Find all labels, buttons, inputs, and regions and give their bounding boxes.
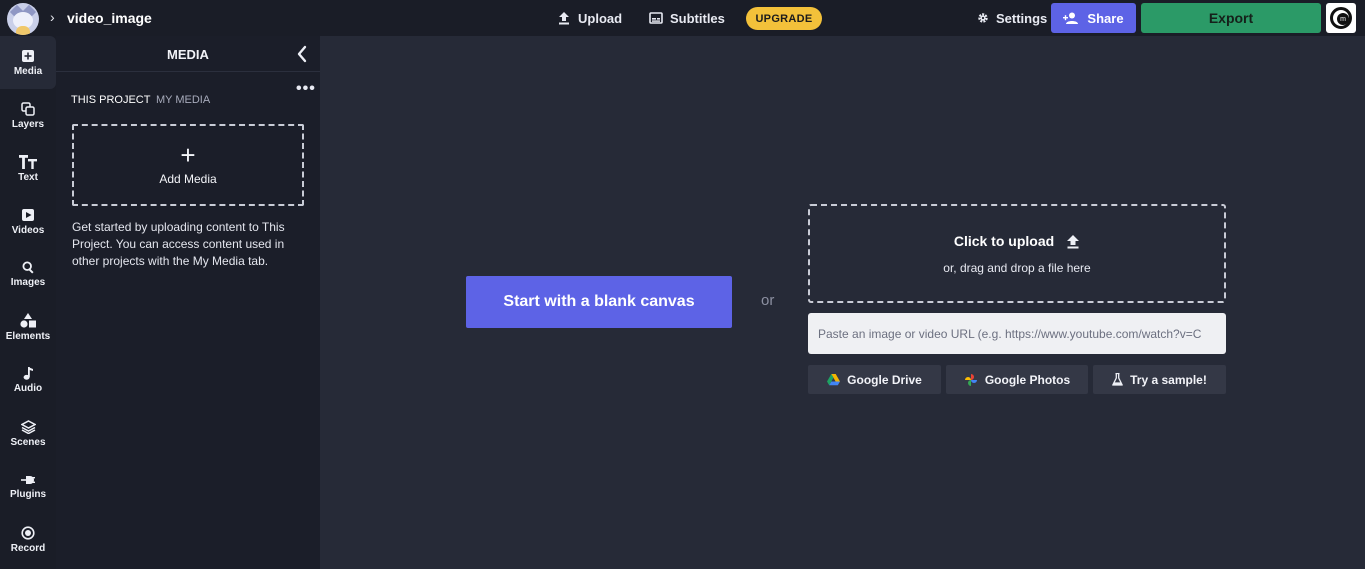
export-button[interactable]: Export bbox=[1141, 3, 1321, 33]
upload-icon bbox=[1067, 234, 1080, 248]
media-panel: MEDIA ••• THIS PROJECT MY MEDIA + Add Me… bbox=[56, 36, 320, 569]
top-bar: › video_image Upload Subtitles UPGRADE S… bbox=[0, 0, 1365, 36]
upload-label: Upload bbox=[578, 10, 623, 26]
add-media-label: Add Media bbox=[159, 172, 217, 186]
upload-subtitle: or, drag and drop a file here bbox=[943, 261, 1091, 275]
plus-icon: + bbox=[180, 140, 196, 170]
google-photos-label: Google Photos bbox=[984, 372, 1071, 387]
url-input[interactable] bbox=[808, 313, 1226, 354]
google-photos-icon bbox=[964, 373, 977, 386]
plug-icon bbox=[21, 475, 35, 484]
sidebar-item-scenes[interactable]: Scenes bbox=[0, 407, 56, 460]
image-search-icon bbox=[21, 261, 34, 274]
video-icon bbox=[22, 208, 34, 221]
record-icon bbox=[21, 525, 35, 540]
sidebar-item-plugins[interactable]: Plugins bbox=[0, 460, 56, 513]
sidebar-item-images[interactable]: Images bbox=[0, 248, 56, 301]
upload-button[interactable]: Upload bbox=[557, 8, 622, 28]
logo-icon[interactable]: m bbox=[1326, 3, 1356, 33]
chevron-right-icon: › bbox=[50, 9, 55, 25]
settings-button[interactable]: Settings bbox=[977, 8, 1047, 28]
sidebar-item-label: Plugins bbox=[9, 488, 47, 500]
more-options-icon[interactable]: ••• bbox=[296, 80, 316, 98]
layers-icon bbox=[21, 101, 35, 116]
music-note-icon bbox=[23, 367, 33, 380]
google-photos-button[interactable]: Google Photos bbox=[946, 365, 1088, 394]
sidebar-item-label: Media bbox=[13, 65, 43, 77]
try-sample-label: Try a sample! bbox=[1130, 372, 1207, 387]
flask-icon bbox=[1112, 373, 1123, 386]
add-person-icon bbox=[1063, 12, 1079, 24]
sidebar-item-label: Videos bbox=[11, 224, 45, 236]
sidebar-item-label: Elements bbox=[5, 331, 51, 342]
text-icon bbox=[19, 154, 37, 169]
avatar[interactable] bbox=[7, 3, 39, 35]
tab-my-media[interactable]: MY MEDIA bbox=[156, 94, 210, 106]
sidebar-item-label: Text bbox=[18, 171, 38, 183]
try-sample-button[interactable]: Try a sample! bbox=[1093, 365, 1226, 394]
upload-icon bbox=[559, 12, 569, 25]
chevron-left-icon[interactable] bbox=[294, 44, 310, 64]
or-separator: or bbox=[761, 292, 775, 309]
upgrade-button[interactable]: UPGRADE bbox=[746, 7, 822, 30]
divider bbox=[56, 71, 320, 72]
media-add-icon bbox=[22, 49, 34, 62]
sidebar-item-record[interactable]: Record bbox=[0, 513, 56, 566]
upload-dropzone[interactable]: Click to upload or, drag and drop a file… bbox=[808, 204, 1226, 303]
upload-title: Click to upload bbox=[953, 233, 1055, 249]
google-drive-label: Google Drive bbox=[847, 372, 922, 387]
tab-this-project[interactable]: THIS PROJECT bbox=[71, 94, 150, 106]
scenes-stack-icon bbox=[20, 419, 36, 434]
sidebar-item-label: Audio bbox=[13, 383, 43, 394]
share-button[interactable]: Share bbox=[1051, 3, 1136, 33]
help-text: Get started by uploading content to This… bbox=[72, 220, 285, 268]
subtitles-icon bbox=[649, 12, 663, 24]
sidebar-item-audio[interactable]: Audio bbox=[0, 354, 56, 407]
share-label: Share bbox=[1087, 10, 1124, 26]
panel-title: MEDIA bbox=[167, 47, 209, 62]
sidebar-item-elements[interactable]: Elements bbox=[0, 301, 56, 354]
sidebar-rail: Media Layers Text Videos Images Elements… bbox=[0, 36, 56, 569]
sidebar-item-videos[interactable]: Videos bbox=[0, 195, 56, 248]
gear-icon bbox=[978, 13, 988, 23]
sidebar-item-label: Images bbox=[10, 277, 46, 288]
subtitles-label: Subtitles bbox=[670, 10, 725, 26]
blank-canvas-button[interactable]: Start with a blank canvas bbox=[466, 276, 732, 328]
google-drive-icon bbox=[827, 373, 841, 385]
sidebar-item-label: Scenes bbox=[10, 436, 46, 448]
google-drive-button[interactable]: Google Drive bbox=[808, 365, 941, 394]
sidebar-item-media[interactable]: Media bbox=[0, 36, 56, 89]
sidebar-item-label: Record bbox=[10, 542, 46, 554]
sidebar-item-label: Layers bbox=[11, 118, 45, 130]
add-media-button[interactable]: + Add Media bbox=[72, 124, 304, 206]
settings-label: Settings bbox=[996, 10, 1048, 26]
sidebar-item-text[interactable]: Text bbox=[0, 142, 56, 195]
project-name[interactable]: video_image bbox=[67, 10, 152, 26]
shapes-icon bbox=[20, 313, 36, 328]
subtitles-button[interactable]: Subtitles bbox=[649, 8, 725, 28]
sidebar-item-layers[interactable]: Layers bbox=[0, 89, 56, 142]
